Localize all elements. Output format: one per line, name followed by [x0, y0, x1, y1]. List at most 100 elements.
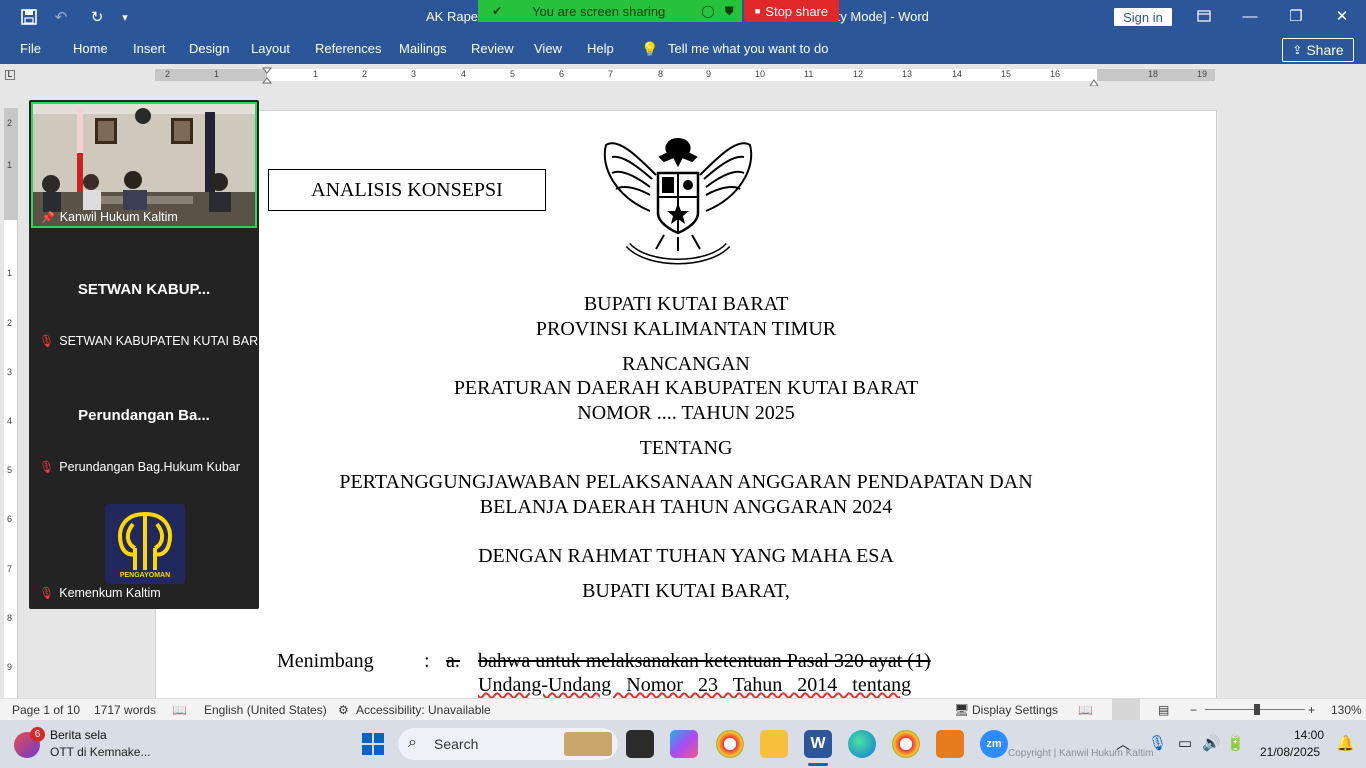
tab-references[interactable]: References — [315, 41, 381, 56]
search-label: Search — [434, 736, 479, 752]
network-icon[interactable]: ▭ — [1178, 734, 1192, 752]
doc-line-title-2: BELANJA DAERAH TAHUN ANGGARAN 2024 — [479, 496, 893, 518]
task-view-icon[interactable] — [626, 730, 654, 758]
video-panel[interactable]: 📌 Kanwil Hukum Kaltim SETWAN KABUP... 🎙︎… — [29, 100, 269, 609]
ruler-number: 3 — [7, 367, 13, 377]
tray-chevron-icon[interactable]: ︿ — [1116, 734, 1130, 754]
ruler-number: 6 — [7, 514, 13, 524]
zoom-level[interactable]: 130% — [1331, 703, 1362, 717]
display-settings-button[interactable]: Display Settings — [972, 703, 1058, 717]
tab-file[interactable]: File — [20, 41, 41, 56]
sign-in-button[interactable]: Sign in — [1114, 8, 1172, 26]
tab-selector-icon[interactable]: L — [5, 70, 15, 80]
ruler-number: 1 — [313, 69, 319, 79]
status-bar: Page 1 of 10 1717 words 📖 English (Unite… — [0, 698, 1366, 720]
doc-line-rahmat: DENGAN RAHMAT TUHAN YANG MAHA ESA — [478, 545, 894, 567]
ruler-number: 12 — [853, 69, 864, 79]
ruler-number: 2 — [165, 69, 171, 79]
ruler-number: 2 — [362, 69, 368, 79]
tab-design[interactable]: Design — [189, 41, 229, 56]
indent-marker-icon[interactable] — [261, 67, 273, 85]
zoom-out-icon[interactable]: − — [1190, 703, 1197, 717]
pengayoman-logo: PENGAYOMAN — [105, 504, 185, 584]
microphone-icon[interactable]: 🎙 — [1148, 734, 1167, 752]
doc-clause-2: Undang-Undang Nomor 23 Tahun 2014 tentan… — [478, 674, 912, 696]
read-mode-icon[interactable]: 📖 — [1078, 703, 1093, 717]
ruler-number: 1 — [7, 268, 13, 278]
ruler-number: 16 — [1050, 69, 1061, 79]
copyright-watermark: Copyright | Kanwil Hukum Kaltim — [1008, 748, 1154, 759]
ruler-number: 18 — [1148, 69, 1159, 79]
accessibility-icon: ⚙ — [338, 703, 349, 717]
muted-mic-icon: 🎙︎ — [39, 586, 55, 600]
save-icon[interactable] — [16, 5, 42, 29]
ruler-number: 8 — [658, 69, 664, 79]
minimize-icon[interactable]: — — [1238, 6, 1262, 26]
chrome-icon[interactable] — [716, 730, 744, 758]
file-explorer-icon[interactable] — [760, 730, 788, 758]
stop-icon: ■ — [754, 6, 761, 16]
clock-date[interactable]: 21/08/2025 — [1260, 745, 1320, 759]
accessibility-status[interactable]: Accessibility: Unavailable — [356, 703, 491, 717]
video-tile-kemenkum[interactable]: PENGAYOMAN 🎙︎ Kemenkum Kaltim — [31, 482, 257, 608]
start-icon[interactable] — [362, 733, 384, 755]
word-icon[interactable]: W — [804, 730, 832, 758]
battery-icon[interactable]: 🔋 — [1226, 734, 1245, 752]
video-tile-kanwil[interactable]: 📌 Kanwil Hukum Kaltim — [31, 102, 257, 228]
vertical-ruler[interactable]: 2 1 1 2 3 4 5 6 7 8 9 — [4, 108, 18, 698]
tab-review[interactable]: Review — [471, 41, 514, 56]
tell-me-search[interactable]: Tell me what you want to do — [668, 41, 828, 56]
quick-access-dropdown-icon[interactable]: ▾ — [112, 5, 138, 29]
ruler-number: 10 — [755, 69, 766, 79]
horizontal-ruler[interactable]: L 2 1 1 2 3 4 5 6 7 8 9 10 11 12 13 14 15 16 18 19 — [0, 64, 1366, 87]
tab-view[interactable]: View — [534, 41, 562, 56]
right-indent-marker-icon[interactable] — [1089, 74, 1099, 87]
language-status[interactable]: English (United States) — [204, 703, 327, 717]
stop-share-button[interactable]: ■ Stop share — [744, 0, 839, 22]
maximize-icon[interactable]: ❐ — [1284, 6, 1308, 26]
pause-icon[interactable]: ◯ — [701, 4, 714, 18]
screen-sharing-banner: ✔ You are screen sharing ◯ ⛊ — [478, 0, 742, 22]
video-tile-setwan[interactable]: SETWAN KABUP... 🎙︎ SETWAN KABUPATEN KUTA… — [31, 230, 269, 356]
taskbar-search[interactable]: ⌕ Search — [398, 728, 618, 760]
zoom-in-icon[interactable]: + — [1308, 703, 1315, 717]
close-icon[interactable]: ✕ — [1330, 6, 1354, 26]
doc-clause-1: bahwa untuk melaksanakan ketentuan Pasal… — [478, 650, 931, 672]
tab-home[interactable]: Home — [73, 41, 108, 56]
zoom-slider-thumb[interactable] — [1254, 704, 1260, 715]
zoom-app-icon[interactable]: zm — [980, 730, 1008, 758]
ribbon-display-options-icon[interactable] — [1192, 6, 1216, 26]
proofing-icon[interactable]: 📖 — [172, 703, 187, 717]
clock-time[interactable]: 14:00 — [1294, 728, 1324, 742]
video-tile-perundangan[interactable]: Perundangan Ba... 🎙︎ Perundangan Bag.Huk… — [31, 356, 257, 482]
edge-icon[interactable] — [848, 730, 876, 758]
chrome-profile-icon[interactable] — [892, 730, 920, 758]
pengayoman-logo-text: PENGAYOMAN — [119, 572, 171, 579]
share-button[interactable]: ⇪ Share — [1282, 38, 1354, 62]
ruler-number: 13 — [902, 69, 913, 79]
volume-icon[interactable]: 🔊 — [1202, 734, 1221, 752]
page-count[interactable]: Page 1 of 10 — [12, 703, 80, 717]
tab-help[interactable]: Help — [587, 41, 614, 56]
news-title[interactable]: Berita sela — [50, 728, 107, 742]
ruler-number: 3 — [411, 69, 417, 79]
participant-display-perundangan: Perundangan Ba... — [78, 407, 210, 424]
windows-taskbar: 6 Berita sela OTT di Kemnake... ⌕ Search… — [0, 720, 1366, 768]
snipping-tool-icon[interactable] — [936, 730, 964, 758]
word-count[interactable]: 1717 words — [94, 703, 156, 717]
display-settings-icon: 🖥 — [954, 703, 970, 717]
redo-icon[interactable]: ↻ — [84, 5, 110, 29]
document-page[interactable]: ANALISIS KONSEPSI BUPATI KUTAI BARAT PRO… — [155, 110, 1217, 698]
copilot-icon[interactable] — [670, 730, 698, 758]
news-subtitle[interactable]: OTT di Kemnake... — [50, 745, 150, 759]
tab-insert[interactable]: Insert — [133, 41, 166, 56]
ruler-number: 9 — [706, 69, 712, 79]
tab-layout[interactable]: Layout — [251, 41, 290, 56]
web-layout-icon[interactable]: ▤ — [1158, 703, 1169, 717]
undo-icon[interactable]: ↶ — [48, 5, 74, 29]
notifications-icon[interactable]: 🔔 — [1336, 734, 1355, 752]
active-app-indicator — [808, 763, 828, 766]
shield-icon[interactable]: ⛊ — [725, 4, 734, 19]
tab-mailings[interactable]: Mailings — [399, 41, 447, 56]
print-layout-icon[interactable] — [1112, 699, 1140, 720]
